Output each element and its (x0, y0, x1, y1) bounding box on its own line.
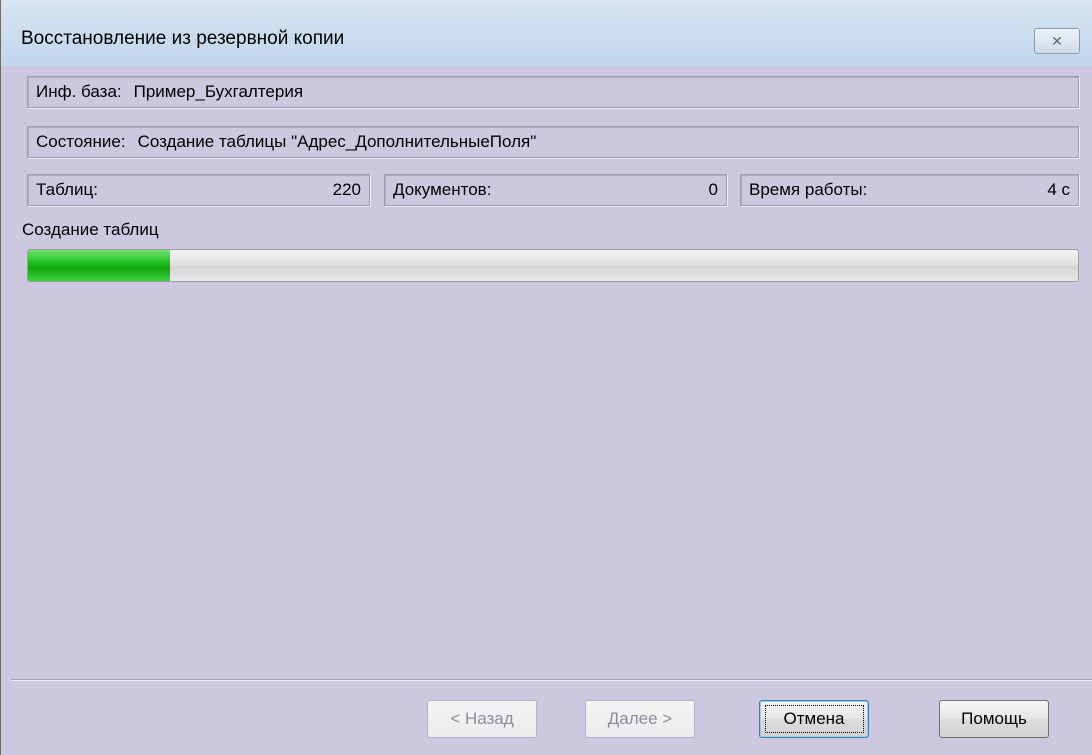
back-button-label: < Назад (450, 709, 514, 728)
infobase-label: Инф. база: (36, 82, 122, 101)
runtime-field: Время работы: 4 с (740, 174, 1079, 206)
tables-count-field: Таблиц: 220 (27, 174, 370, 206)
status-field: Состояние: Создание таблицы "Адрес_Допол… (27, 126, 1079, 158)
progress-bar (27, 249, 1079, 282)
runtime-label: Время работы: (749, 180, 868, 199)
progress-label: Создание таблиц (22, 220, 159, 239)
close-button[interactable]: ✕ (1034, 28, 1080, 54)
documents-count-field: Документов: 0 (384, 174, 727, 206)
documents-label: Документов: (393, 180, 492, 199)
cancel-button-label: Отмена (764, 705, 864, 733)
documents-value: 0 (708, 180, 718, 199)
progress-fill (28, 250, 170, 281)
title-bar[interactable]: Восстановление из резервной копии ✕ (1, 0, 1092, 66)
help-button[interactable]: Помощь (939, 700, 1049, 738)
infobase-value: Пример_Бухгалтерия (133, 82, 304, 101)
next-button-label: Далее > (607, 709, 673, 728)
status-value: Создание таблицы "Адрес_ДополнительныеПо… (137, 132, 537, 151)
window-title: Восстановление из резервной копии (21, 28, 345, 49)
runtime-value: 4 с (1047, 180, 1070, 199)
cancel-button[interactable]: Отмена (759, 700, 869, 738)
help-button-label: Помощь (961, 709, 1027, 728)
footer-separator (11, 679, 1092, 681)
close-icon: ✕ (1051, 32, 1063, 49)
tables-value: 220 (332, 180, 361, 199)
infobase-field: Инф. база: Пример_Бухгалтерия (27, 76, 1079, 108)
back-button[interactable]: < Назад (427, 700, 537, 738)
tables-label: Таблиц: (36, 180, 98, 199)
status-label: Состояние: (36, 132, 126, 151)
restore-dialog: Восстановление из резервной копии ✕ Инф.… (0, 0, 1092, 755)
next-button[interactable]: Далее > (585, 700, 695, 738)
